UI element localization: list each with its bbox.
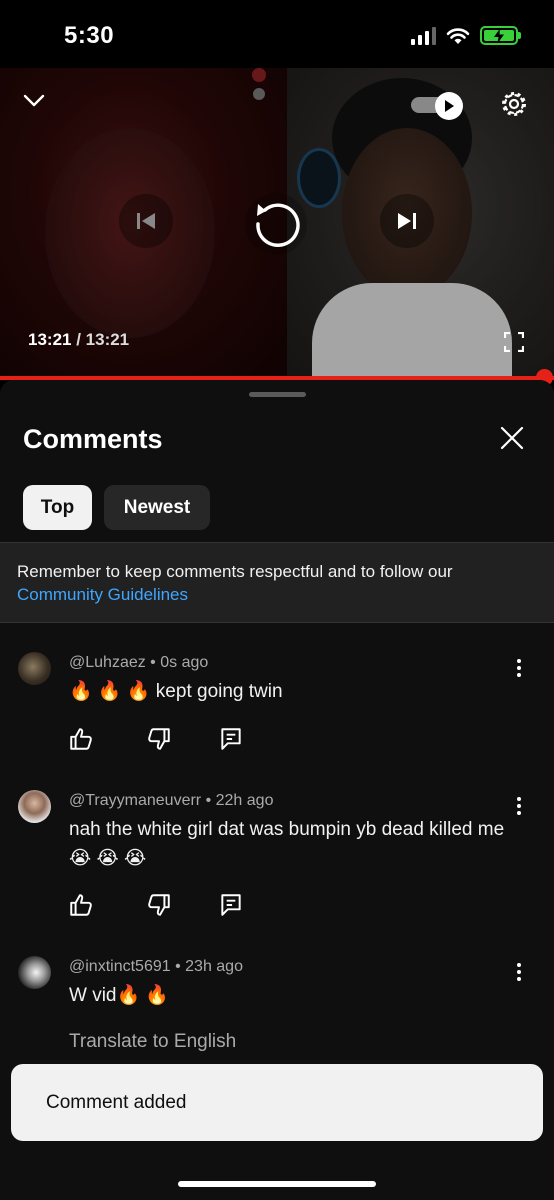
autoplay-toggle[interactable] [411,92,463,120]
avatar[interactable] [18,652,51,685]
tab-top[interactable]: Top [23,485,92,530]
gear-icon [502,92,526,116]
comment-menu-button[interactable] [511,656,527,680]
video-player[interactable]: 13:21 / 13:21 [0,68,554,378]
time-display: 13:21 / 13:21 [28,330,129,350]
toast-message: Comment added [46,1091,187,1113]
comment-meta: @Trayymaneuverr • 22h ago [69,792,273,810]
translate-link[interactable]: Translate to English [69,1031,236,1053]
like-icon[interactable] [68,892,94,918]
close-button[interactable] [500,426,528,454]
dislike-icon[interactable] [146,726,172,752]
comment-text: W vid🔥 🔥 [69,985,170,1006]
play-icon [445,100,454,112]
meta-separator: • [201,792,216,809]
battery-icon [480,26,521,45]
tab-newest[interactable]: Newest [104,485,210,530]
previous-video-button[interactable] [119,194,173,248]
chevron-down-icon [23,94,45,107]
next-video-button[interactable] [380,194,434,248]
meta-separator: • [145,654,161,671]
comment-text: 🔥 🔥 🔥 kept going twin [69,681,283,702]
settings-button[interactable] [498,88,530,120]
meta-separator: • [170,958,186,975]
dislike-icon[interactable] [146,892,172,918]
like-icon[interactable] [68,726,94,752]
notice-text: Remember to keep comments respectful and… [17,562,453,581]
duration-time: 13:21 [85,330,130,349]
status-time: 5:30 [64,22,115,49]
comment-time: 23h ago [185,958,243,975]
drag-handle[interactable] [249,392,306,397]
close-icon [500,426,524,450]
minimize-chevron-button[interactable] [20,90,48,112]
time-separator: / [71,330,86,349]
comment-menu-button[interactable] [511,960,527,984]
comment-author[interactable]: @Luhzaez [69,654,146,671]
fullscreen-button[interactable] [502,330,526,354]
toast-notification: Comment added [11,1064,543,1141]
cellular-signal-icon [411,26,436,45]
skip-next-icon [398,213,416,229]
panel-title: Comments [23,424,163,454]
home-indicator[interactable] [178,1181,376,1187]
current-time: 13:21 [28,330,72,349]
comment-meta: @inxtinct5691 • 23h ago [69,958,243,976]
guidelines-notice: Remember to keep comments respectful and… [0,542,554,623]
comment-text: nah the white girl dat was bumpin yb dea… [69,819,505,869]
replay-icon [256,203,300,247]
replay-button[interactable] [245,193,307,255]
avatar[interactable] [18,790,51,823]
comment-time: 0s ago [160,654,209,671]
comment-meta: @Luhzaez • 0s ago [69,654,208,672]
reply-icon[interactable] [218,892,244,918]
comment-author[interactable]: @Trayymaneuverr [69,792,201,809]
comment-menu-button[interactable] [511,794,527,818]
avatar[interactable] [18,956,51,989]
reply-icon[interactable] [218,726,244,752]
fullscreen-icon [504,332,524,352]
comment-author[interactable]: @inxtinct5691 [69,958,171,975]
wifi-icon [446,27,470,44]
status-icons [411,26,521,45]
status-bar: 5:30 [0,0,554,68]
skip-previous-icon [137,213,155,229]
comment-time: 22h ago [215,792,274,809]
community-guidelines-link[interactable]: Community Guidelines [17,585,188,604]
